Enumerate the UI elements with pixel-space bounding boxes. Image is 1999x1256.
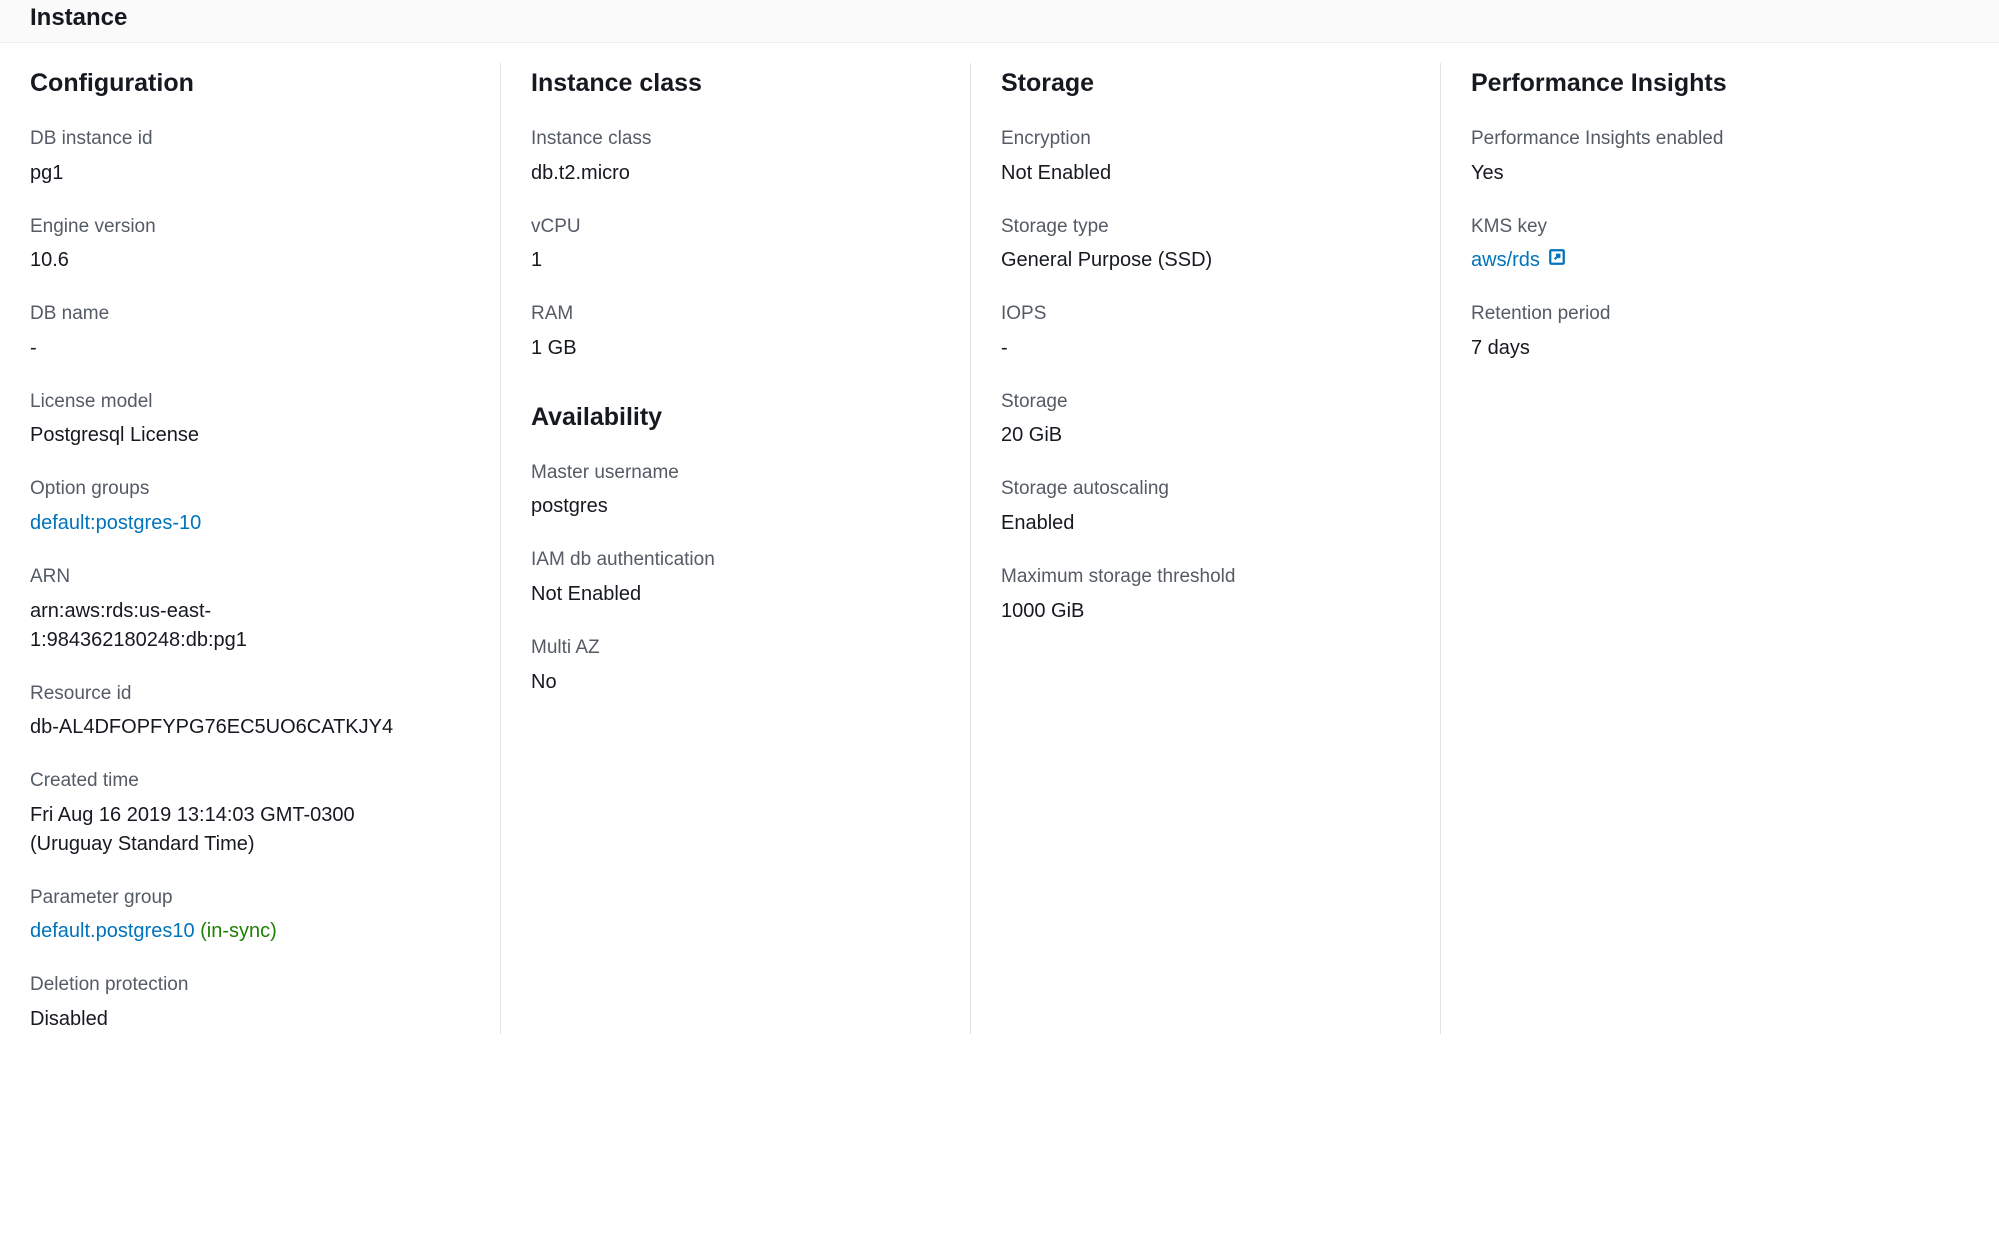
- iam-db-auth-field: IAM db authentication Not Enabled: [531, 547, 930, 609]
- db-name-value: -: [30, 334, 460, 363]
- created-time-label: Created time: [30, 768, 460, 795]
- max-threshold-label: Maximum storage threshold: [1001, 564, 1400, 591]
- master-username-label: Master username: [531, 460, 930, 487]
- master-username-value: postgres: [531, 492, 930, 521]
- storage-type-value: General Purpose (SSD): [1001, 246, 1400, 275]
- engine-version-value: 10.6: [30, 246, 460, 275]
- instance-class-heading: Instance class: [531, 69, 930, 98]
- max-threshold-value: 1000 GiB: [1001, 597, 1400, 626]
- iam-db-auth-label: IAM db authentication: [531, 547, 930, 574]
- panel-header: Instance: [0, 0, 1999, 43]
- multi-az-label: Multi AZ: [531, 635, 930, 662]
- vcpu-value: 1: [531, 246, 930, 275]
- retention-label: Retention period: [1471, 301, 1870, 328]
- engine-version-field: Engine version 10.6: [30, 214, 460, 276]
- iops-value: -: [1001, 334, 1400, 363]
- db-instance-id-label: DB instance id: [30, 126, 460, 153]
- kms-key-label: KMS key: [1471, 214, 1870, 241]
- arn-label: ARN: [30, 564, 460, 591]
- deletion-protection-field: Deletion protection Disabled: [30, 972, 460, 1034]
- storage-autoscaling-value: Enabled: [1001, 509, 1400, 538]
- option-groups-link[interactable]: default:postgres-10: [30, 512, 201, 534]
- storage-type-label: Storage type: [1001, 214, 1400, 241]
- ram-label: RAM: [531, 301, 930, 328]
- multi-az-value: No: [531, 668, 930, 697]
- performance-heading: Performance Insights: [1471, 69, 1870, 98]
- ram-field: RAM 1 GB: [531, 301, 930, 363]
- storage-size-label: Storage: [1001, 389, 1400, 416]
- configuration-heading: Configuration: [30, 69, 460, 98]
- license-model-value: Postgresql License: [30, 421, 460, 450]
- instance-class-field: Instance class db.t2.micro: [531, 126, 930, 188]
- storage-type-field: Storage type General Purpose (SSD): [1001, 214, 1400, 276]
- storage-heading: Storage: [1001, 69, 1400, 98]
- vcpu-label: vCPU: [531, 214, 930, 241]
- deletion-protection-label: Deletion protection: [30, 972, 460, 999]
- created-time-value: Fri Aug 16 2019 13:14:03 GMT-0300 (Urugu…: [30, 801, 410, 859]
- kms-key-text: aws/rds: [1471, 246, 1540, 275]
- max-threshold-field: Maximum storage threshold 1000 GiB: [1001, 564, 1400, 626]
- license-model-label: License model: [30, 389, 460, 416]
- pi-enabled-label: Performance Insights enabled: [1471, 126, 1870, 153]
- kms-key-field: KMS key aws/rds: [1471, 214, 1870, 276]
- pi-enabled-field: Performance Insights enabled Yes: [1471, 126, 1870, 188]
- retention-value: 7 days: [1471, 334, 1870, 363]
- storage-size-field: Storage 20 GiB: [1001, 389, 1400, 451]
- retention-field: Retention period 7 days: [1471, 301, 1870, 363]
- db-name-label: DB name: [30, 301, 460, 328]
- resource-id-value: db-AL4DFOPFYPG76EC5UO6CATKJY4: [30, 713, 460, 742]
- configuration-column: Configuration DB instance id pg1 Engine …: [30, 63, 500, 1034]
- parameter-group-field: Parameter group default.postgres10 (in-s…: [30, 885, 460, 947]
- panel-title: Instance: [30, 0, 1999, 32]
- encryption-value: Not Enabled: [1001, 159, 1400, 188]
- iam-db-auth-value: Not Enabled: [531, 580, 930, 609]
- vcpu-field: vCPU 1: [531, 214, 930, 276]
- encryption-label: Encryption: [1001, 126, 1400, 153]
- engine-version-label: Engine version: [30, 214, 460, 241]
- storage-column: Storage Encryption Not Enabled Storage t…: [970, 63, 1440, 1034]
- storage-size-value: 20 GiB: [1001, 421, 1400, 450]
- instance-class-column: Instance class Instance class db.t2.micr…: [500, 63, 970, 1034]
- pi-enabled-value: Yes: [1471, 159, 1870, 188]
- option-groups-field: Option groups default:postgres-10: [30, 476, 460, 538]
- parameter-group-status: (in-sync): [200, 920, 277, 942]
- parameter-group-label: Parameter group: [30, 885, 460, 912]
- availability-heading: Availability: [531, 403, 930, 432]
- instance-class-value: db.t2.micro: [531, 159, 930, 188]
- db-name-field: DB name -: [30, 301, 460, 363]
- instance-class-label: Instance class: [531, 126, 930, 153]
- storage-autoscaling-label: Storage autoscaling: [1001, 476, 1400, 503]
- resource-id-field: Resource id db-AL4DFOPFYPG76EC5UO6CATKJY…: [30, 681, 460, 743]
- master-username-field: Master username postgres: [531, 460, 930, 522]
- multi-az-field: Multi AZ No: [531, 635, 930, 697]
- external-link-icon: [1548, 246, 1566, 275]
- performance-column: Performance Insights Performance Insight…: [1440, 63, 1910, 1034]
- iops-field: IOPS -: [1001, 301, 1400, 363]
- deletion-protection-value: Disabled: [30, 1005, 460, 1034]
- db-instance-id-field: DB instance id pg1: [30, 126, 460, 188]
- storage-autoscaling-field: Storage autoscaling Enabled: [1001, 476, 1400, 538]
- arn-field: ARN arn:aws:rds:us-east-1:984362180248:d…: [30, 564, 460, 655]
- encryption-field: Encryption Not Enabled: [1001, 126, 1400, 188]
- iops-label: IOPS: [1001, 301, 1400, 328]
- kms-key-link[interactable]: aws/rds: [1471, 246, 1566, 275]
- db-instance-id-value: pg1: [30, 159, 460, 188]
- resource-id-label: Resource id: [30, 681, 460, 708]
- parameter-group-link[interactable]: default.postgres10: [30, 920, 195, 942]
- option-groups-label: Option groups: [30, 476, 460, 503]
- ram-value: 1 GB: [531, 334, 930, 363]
- license-model-field: License model Postgresql License: [30, 389, 460, 451]
- arn-value: arn:aws:rds:us-east-1:984362180248:db:pg…: [30, 597, 310, 655]
- created-time-field: Created time Fri Aug 16 2019 13:14:03 GM…: [30, 768, 460, 859]
